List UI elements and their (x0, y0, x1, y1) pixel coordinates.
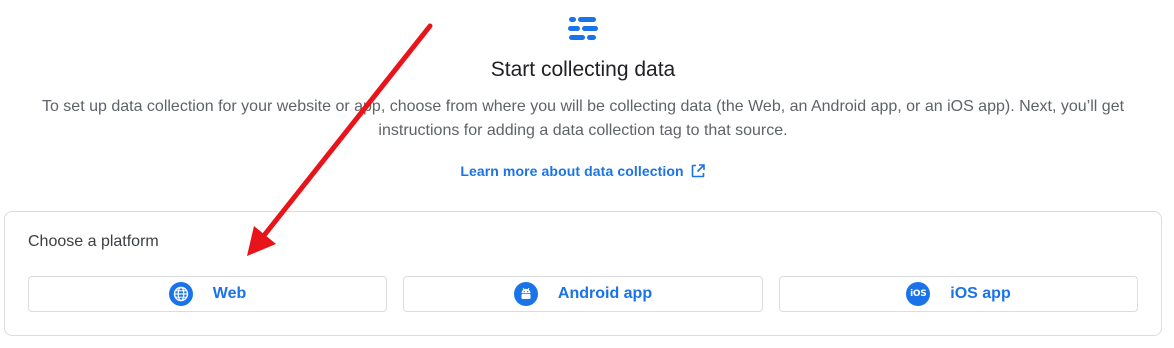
web-platform-button[interactable]: Web (28, 276, 387, 312)
page: Start collecting data To set up data col… (0, 0, 1174, 348)
web-button-label: Web (212, 285, 247, 302)
platform-card-title: Choose a platform (28, 233, 159, 250)
data-collection-logo-icon (568, 17, 598, 40)
learn-more-link[interactable]: Learn more about data collection (0, 160, 1166, 182)
ios-button-label: iOS app (950, 285, 1011, 302)
ios-icon-text: iOS (910, 289, 927, 299)
ios-icon: iOS (906, 282, 931, 306)
learn-more-label: Learn more about data collection (460, 163, 684, 179)
platform-card: Choose a platform Web Android app iOS iO… (4, 211, 1162, 336)
page-description: To set up data collection for your websi… (41, 98, 1125, 139)
open-in-new-icon (691, 164, 705, 178)
android-button-label: Android app (557, 285, 653, 302)
page-title: Start collecting data (490, 58, 676, 81)
ios-platform-button[interactable]: iOS iOS app (779, 276, 1138, 312)
android-icon (513, 282, 538, 306)
globe-icon (168, 282, 193, 306)
android-platform-button[interactable]: Android app (403, 276, 763, 312)
